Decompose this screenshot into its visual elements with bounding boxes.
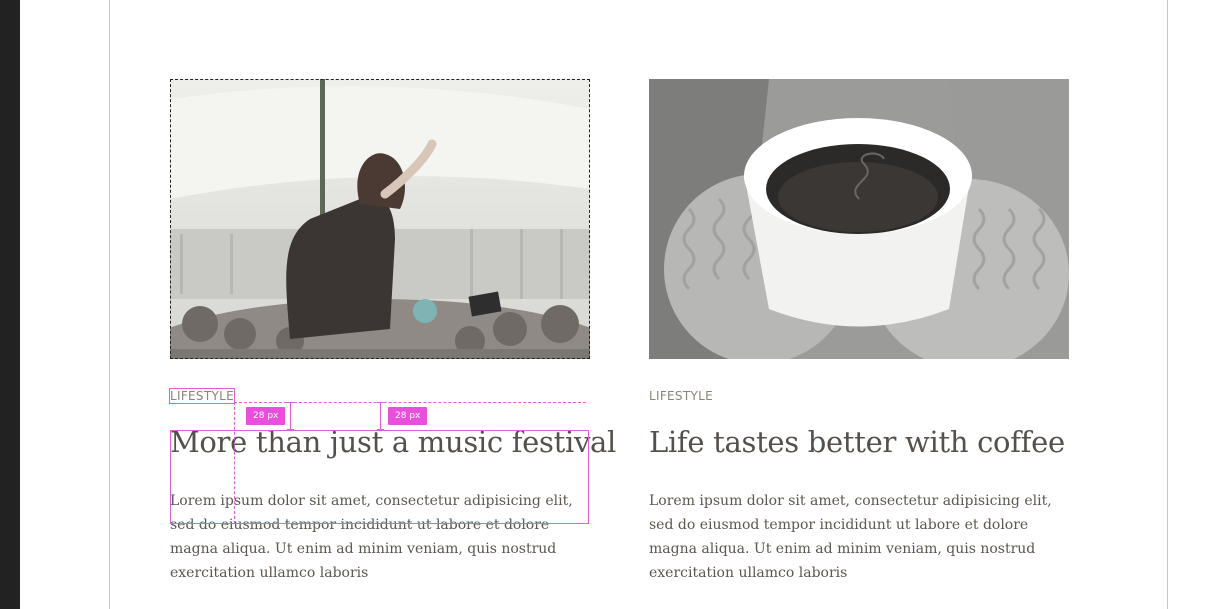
spacing-badge: 28 px	[388, 407, 428, 425]
card-excerpt: Lorem ipsum dolor sit amet, consectetur …	[170, 493, 573, 581]
card-category-label[interactable]: LIFESTYLE	[649, 389, 713, 403]
spacing-measure-line	[287, 402, 294, 430]
spacing-guide-vertical	[234, 402, 235, 524]
concert-crowd-image	[170, 79, 590, 359]
article-card-coffee[interactable]: LIFESTYLE Life tastes better with coffee…	[649, 79, 1069, 581]
card-category-label[interactable]: LIFESTYLE	[169, 388, 235, 404]
coffee-cup-photo[interactable]	[649, 79, 1069, 359]
concert-crowd-photo[interactable]	[170, 79, 590, 359]
spacing-measure-line	[377, 402, 384, 430]
coffee-cup-image	[649, 79, 1069, 359]
card-title[interactable]: Life tastes better with coffee	[649, 424, 1079, 460]
card-excerpt: Lorem ipsum dolor sit amet, consectetur …	[649, 493, 1052, 581]
left-toolbar-strip	[0, 0, 20, 609]
article-card-music-festival[interactable]: LIFESTYLE More than just a music festiva…	[169, 79, 616, 581]
spacing-badge: 28 px	[246, 407, 286, 425]
